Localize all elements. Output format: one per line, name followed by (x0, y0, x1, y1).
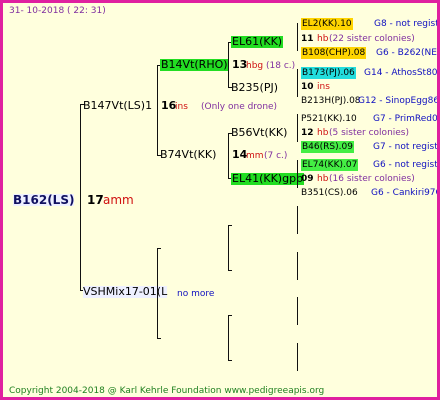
g4-0-unit: hb (317, 34, 329, 44)
g4-6-count: 09 (301, 174, 314, 184)
pedigree-frame: 31- 10-2018 ( 22: 31) B162(LS) 17 amm B1… (0, 0, 440, 400)
root-count: 17 (87, 193, 104, 207)
ff-unit: hbg (246, 61, 264, 71)
ff-note: (18 c.) (266, 61, 296, 71)
date-stamp: 31- 10-2018 ( 22: 31) (9, 6, 106, 16)
g4-0-group: G8 - not registe (374, 19, 440, 29)
fmf-queen[interactable]: B56Vt(KK) (231, 127, 287, 139)
g4-6-note: (16 sister colonies) (329, 174, 415, 184)
root-unit: amm (103, 193, 134, 207)
mother-bracket-bottom (157, 338, 161, 339)
g4-4-count: 12 (301, 128, 314, 138)
g4-2-group: G14 - AthosSt80R (364, 68, 440, 78)
mm-bracket-top (228, 315, 232, 316)
root-queen[interactable]: B162(LS) (13, 194, 75, 206)
g4-4-queen[interactable]: P521(KK).10 (301, 113, 357, 125)
ffm-bracket (297, 69, 298, 97)
mmm-bracket (297, 343, 298, 371)
father-bracket (157, 65, 158, 156)
g4-2-count: 10 (301, 82, 314, 92)
ffm-queen[interactable]: B235(PJ) (231, 82, 278, 94)
g4-4-unit: hb (317, 128, 329, 138)
mother-more[interactable]: no more (177, 288, 214, 300)
mf-bracket-bottom (228, 270, 232, 271)
g4-3-queen[interactable]: B213H(PJ).08 (301, 95, 361, 107)
g4-5-group: G7 - not registe (373, 142, 440, 152)
fmf-bracket (297, 114, 298, 142)
g4-3-group: G12 - SinopEgg86R (358, 96, 440, 106)
fmm-bracket (297, 160, 298, 188)
g4-0-queen[interactable]: EL2(KK).10 (301, 18, 353, 30)
g4-1-queen[interactable]: B108(CHP).08 (301, 47, 367, 59)
fm-bracket (228, 133, 229, 179)
g4-6-queen[interactable]: EL74(KK).07 (301, 159, 359, 171)
g4-0-count: 11 (301, 34, 314, 44)
g4-7-group: G6 - Cankiri97Q (371, 188, 440, 198)
g4-6-unit: hb (317, 174, 329, 184)
g4-7-queen[interactable]: B351(CS).06 (301, 187, 358, 199)
mm-bracket-bottom (228, 360, 232, 361)
father-note: (Only one drone) (201, 102, 278, 112)
g4-4-note: (5 sister colonies) (329, 128, 410, 138)
mother-bracket (157, 248, 158, 339)
fff-bracket (297, 23, 298, 51)
copyright-footer[interactable]: Copyright 2004-2018 @ Karl Kehrle Founda… (9, 385, 324, 397)
g4-2-unit: ins (317, 82, 330, 92)
fff-queen[interactable]: EL61(KK) (231, 36, 284, 48)
mother-bracket-top (157, 248, 161, 249)
fmm-queen[interactable]: EL41(KK)gpp (231, 173, 305, 185)
fm-unit: mm (246, 151, 264, 161)
father-unit: ins (175, 102, 188, 112)
father-queen[interactable]: B147Vt(LS)1 (83, 100, 152, 112)
mff-bracket (297, 206, 298, 234)
mm-bracket (228, 315, 229, 361)
g4-0-note: (22 sister colonies) (329, 34, 415, 44)
g4-2-queen[interactable]: B173(PJ).06 (301, 67, 356, 79)
mfm-bracket (297, 252, 298, 280)
g4-1-group: G6 - B262(NE) (376, 48, 440, 58)
ff-queen[interactable]: B14Vt(RHO) (160, 59, 229, 71)
root-bracket (80, 104, 81, 291)
mf-bracket (228, 225, 229, 271)
mother-queen[interactable]: VSHMix17-01(L (83, 286, 168, 298)
mmf-bracket (297, 297, 298, 325)
g4-4-group: G7 - PrimRed01 (373, 114, 440, 124)
g4-5-queen[interactable]: B46(RS).09 (301, 141, 354, 153)
fm-note: (7 c.) (264, 151, 288, 161)
g4-6-group: G6 - not registe (373, 160, 440, 170)
fm-queen[interactable]: B74Vt(KK) (160, 149, 216, 161)
mf-bracket-top (228, 225, 232, 226)
ff-bracket (228, 42, 229, 88)
